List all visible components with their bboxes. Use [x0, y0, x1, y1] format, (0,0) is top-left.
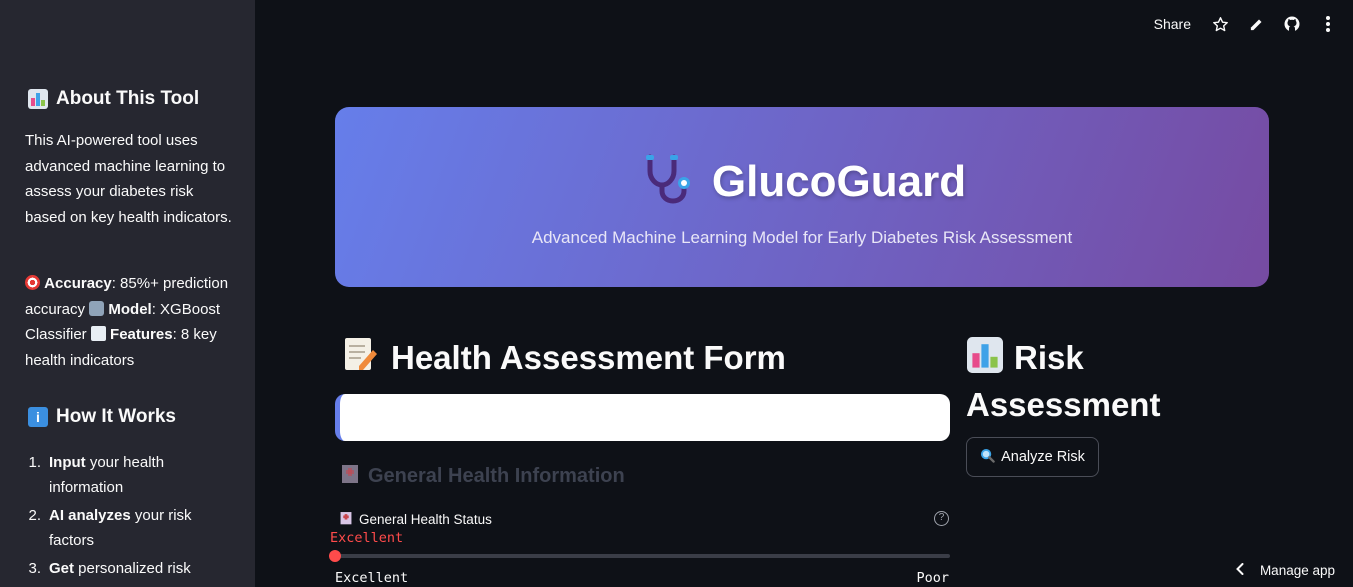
github-icon[interactable] — [1281, 13, 1303, 35]
slider-value: Excellent — [330, 530, 404, 546]
field-label-row: General Health Status — [339, 510, 492, 528]
about-title: About This Tool — [56, 88, 200, 109]
info-icon: i — [28, 407, 48, 427]
chevron-left-icon — [1236, 563, 1244, 578]
slider-thumb[interactable] — [329, 550, 341, 562]
accuracy-label: Accuracy — [44, 275, 112, 292]
share-button[interactable]: Share — [1154, 16, 1191, 32]
form-info-box — [335, 394, 950, 441]
stats-text: Accuracy: 85%+ prediction accuracy Model… — [25, 271, 235, 373]
memo-icon — [343, 336, 377, 380]
bar-chart-icon — [966, 337, 1004, 383]
app-title: GlucoGuard — [711, 156, 967, 206]
about-heading: About This Tool — [28, 88, 199, 110]
slider-min-label: Excellent — [335, 570, 409, 586]
about-text: This AI-powered tool uses advanced machi… — [25, 132, 232, 226]
hospital-icon — [339, 510, 353, 528]
microscope-icon — [89, 300, 105, 316]
model-label: Model — [108, 300, 152, 318]
list-item: 2. AI analyzes your risk factors — [28, 507, 192, 549]
toolbar: Share — [1154, 12, 1339, 36]
help-icon[interactable]: ? — [934, 511, 949, 526]
analyze-risk-button[interactable]: Analyze Risk — [966, 437, 1099, 477]
hero-banner: GlucoGuard Advanced Machine Learning Mod… — [335, 107, 1269, 287]
field-label: General Health Status — [359, 511, 492, 527]
analyze-risk-label: Analyze Risk — [1001, 449, 1085, 465]
magnifier-icon — [980, 448, 995, 467]
bar-chart-icon — [28, 89, 48, 109]
how-title: How It Works — [56, 406, 176, 427]
form-heading: Health Assessment Form — [343, 336, 786, 380]
list-item: 3. Get personalized risk — [28, 560, 191, 577]
stethoscope-icon — [638, 153, 694, 210]
slider-track[interactable] — [335, 554, 950, 558]
hero-subtitle: Advanced Machine Learning Model for Earl… — [531, 228, 1073, 247]
risk-heading: Risk Assessment — [966, 336, 1226, 426]
slider-max-label: Poor — [916, 570, 949, 586]
section-title: General Health Information — [368, 464, 625, 487]
target-icon — [25, 275, 40, 290]
trend-chart-icon — [90, 326, 106, 341]
form-title: Health Assessment Form — [391, 339, 786, 376]
hero-title: GlucoGuard — [335, 153, 1269, 210]
manage-app-label: Manage app — [1259, 563, 1335, 578]
steps-list: 1. Input your health information 2. AI ana… — [25, 450, 235, 584]
features-label: Features — [110, 326, 173, 343]
more-menu-icon[interactable] — [1317, 13, 1339, 35]
how-heading: i How It Works — [28, 406, 176, 428]
hospital-icon — [340, 462, 360, 490]
star-icon[interactable] — [1209, 13, 1231, 35]
section-heading: General Health Information — [340, 462, 625, 490]
list-item: 1. Input your health information — [28, 454, 165, 496]
edit-pencil-icon[interactable] — [1245, 13, 1267, 35]
sidebar: About This Tool This AI-powered tool use… — [0, 0, 255, 587]
manage-app-button[interactable]: Manage app — [1236, 563, 1335, 578]
